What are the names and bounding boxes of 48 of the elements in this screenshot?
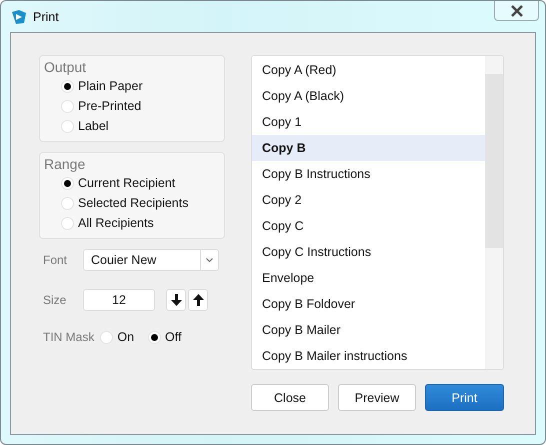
radio-label[interactable]: Plain Paper	[78, 79, 143, 93]
list-item[interactable]: Copy B Mailer	[252, 317, 485, 343]
window-title: Print	[33, 10, 59, 24]
radio-label[interactable]: Label	[78, 119, 109, 133]
radio-label[interactable]: Off	[165, 330, 182, 344]
radio-button[interactable]	[61, 100, 74, 112]
list-item[interactable]: Envelope	[252, 265, 485, 291]
tin-mask-label: TIN Mask	[42, 330, 94, 344]
list-item[interactable]: Copy 1	[252, 109, 485, 135]
print-button[interactable]: Print	[425, 384, 504, 411]
radio-label[interactable]: Pre-Printed	[78, 99, 142, 113]
list-item[interactable]: Copy C	[252, 213, 485, 239]
decrease-button[interactable]	[166, 289, 186, 311]
size-field[interactable]: 12	[83, 289, 155, 311]
close-icon[interactable]	[494, 1, 539, 21]
list-item[interactable]: Copy A (Red)	[252, 57, 485, 83]
radio-button[interactable]	[61, 176, 74, 190]
radio-label[interactable]: All Recipients	[78, 216, 154, 230]
radio-button[interactable]	[61, 196, 74, 210]
list-item[interactable]: Copy B Foldover	[252, 291, 485, 317]
size-label: Size	[42, 293, 68, 307]
radio-button[interactable]	[61, 80, 74, 92]
scrollbar[interactable]	[485, 56, 503, 369]
list-item[interactable]: Copy C Instructions	[252, 239, 485, 265]
app-icon	[11, 8, 27, 24]
list-item[interactable]: Copy A (Black)	[252, 83, 485, 109]
list-item[interactable]: Copy 2	[252, 187, 485, 213]
up-arrow-icon	[192, 294, 204, 306]
radio-button[interactable]	[148, 330, 162, 344]
list-item[interactable]: Copy B Instructions	[252, 161, 485, 187]
list-item[interactable]: Copy B	[252, 135, 485, 161]
radio-button[interactable]	[100, 330, 114, 344]
list-item[interactable]: Copy B Mailer instructions	[252, 343, 485, 369]
dropdown-button[interactable]	[201, 249, 219, 271]
group-title: Output	[44, 59, 88, 75]
radio-label[interactable]: Current Recipient	[78, 176, 176, 190]
group-title: Range	[44, 156, 86, 172]
dialog-button[interactable]: Preview	[338, 384, 416, 411]
radio-button[interactable]	[61, 216, 74, 230]
down-arrow-icon	[170, 294, 182, 306]
caret-icon	[206, 258, 213, 262]
increase-button[interactable]	[188, 289, 208, 311]
font-label: Font	[42, 253, 68, 267]
radio-label[interactable]: Selected Recipients	[78, 196, 188, 210]
dialog-button[interactable]: Close	[251, 384, 329, 411]
font-dropdown[interactable]: Couier New	[83, 249, 201, 271]
radio-button[interactable]	[61, 120, 74, 132]
radio-label[interactable]: On	[117, 330, 134, 344]
